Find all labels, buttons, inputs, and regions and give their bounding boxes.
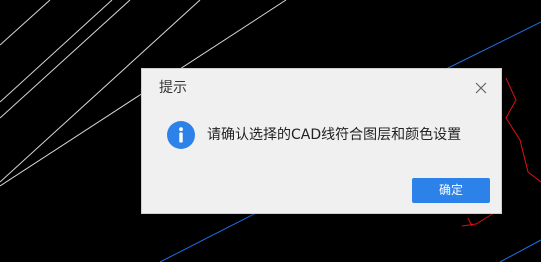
dialog-title: 提示 bbox=[159, 80, 187, 96]
dialog-header: 提示 bbox=[142, 69, 501, 107]
cad-line bbox=[0, 0, 51, 46]
info-icon bbox=[167, 121, 195, 149]
confirm-dialog: 提示 请确认选择的CAD线符合图层和颜色设置 确定 bbox=[141, 68, 502, 214]
ok-button[interactable]: 确定 bbox=[412, 178, 490, 203]
cad-line bbox=[505, 77, 541, 183]
cad-line bbox=[159, 209, 263, 262]
cad-line bbox=[499, 239, 541, 262]
dialog-body: 请确认选择的CAD线符合图层和颜色设置 bbox=[142, 117, 501, 153]
cad-drawing-area[interactable]: 提示 请确认选择的CAD线符合图层和颜色设置 确定 bbox=[0, 0, 541, 262]
cad-line bbox=[0, 0, 131, 119]
dialog-message: 请确认选择的CAD线符合图层和颜色设置 bbox=[207, 127, 462, 143]
cad-line bbox=[439, 21, 541, 73]
close-icon[interactable] bbox=[473, 80, 489, 96]
cad-line bbox=[0, 0, 113, 103]
